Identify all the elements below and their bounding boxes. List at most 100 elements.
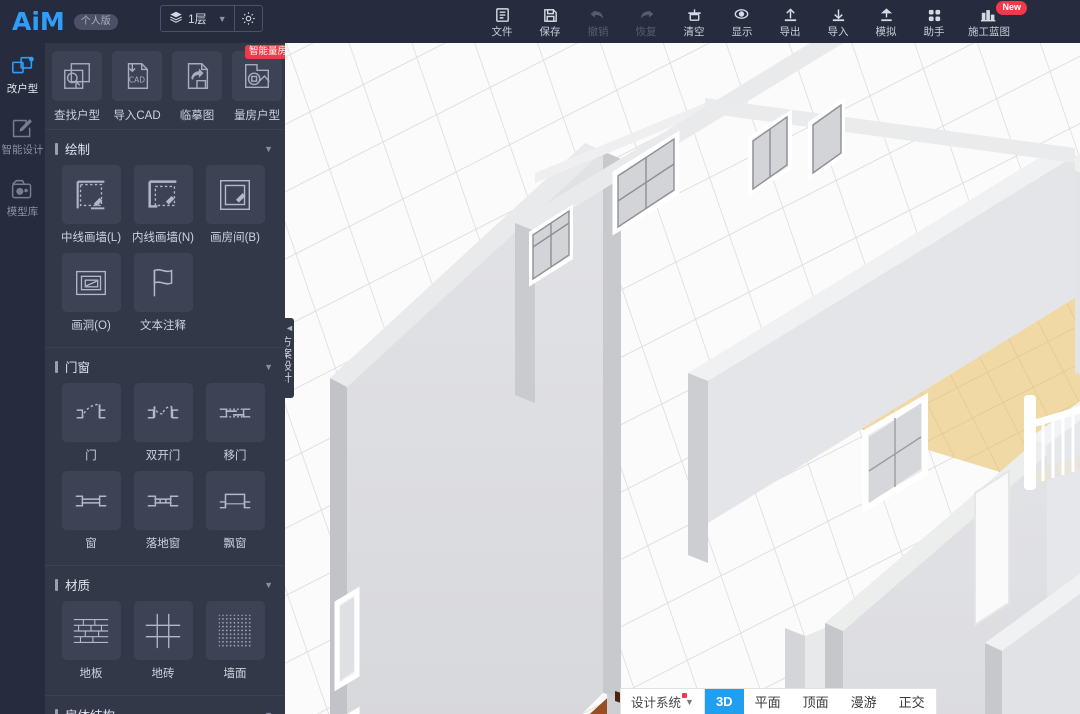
tool-label: 文本注释 — [140, 317, 186, 333]
toolbar-label: 显示 — [732, 26, 753, 38]
chevron-down-icon[interactable]: ▼ — [264, 710, 273, 714]
tool-window[interactable]: 窗 — [55, 471, 127, 551]
rail-item-label: 改户型 — [7, 83, 39, 95]
toolbar-button-import[interactable]: 导入 — [814, 0, 862, 43]
section-header-structure[interactable]: 房体结构 ▼ — [45, 695, 285, 714]
tool-inner-line-wall[interactable]: 内线画墙(N) — [127, 165, 199, 245]
section-header-materials[interactable]: 材质 ▼ — [45, 565, 285, 601]
chevron-down-icon[interactable]: ▼ — [264, 362, 273, 372]
window-icon — [62, 471, 121, 530]
wood-floor-icon — [62, 601, 121, 660]
assistant-grid-icon — [926, 6, 943, 25]
view-tab-3d[interactable]: 3D — [705, 689, 744, 714]
tool-wall-surface[interactable]: 墙面 — [199, 601, 271, 681]
design-system-label: 设计系统 — [631, 692, 681, 711]
toolbar-button-simulate[interactable]: 模拟 — [862, 0, 910, 43]
toolbar-button-save[interactable]: 保存 — [526, 0, 574, 43]
new-badge: New — [996, 1, 1027, 15]
quick-tool-import-cad[interactable]: CAD 导入CAD — [109, 51, 165, 123]
tool-label: 内线画墙(N) — [132, 229, 194, 245]
chevron-down-icon[interactable]: ▼ — [264, 580, 273, 590]
chevron-down-icon: ▼ — [685, 697, 694, 707]
search-floorplan-icon — [52, 51, 102, 101]
french-window-icon — [134, 471, 193, 530]
sliding-door-icon — [206, 383, 265, 442]
rail-item-floorplan[interactable]: 改户型 — [0, 43, 45, 105]
toolbar-button-export[interactable]: 导出 — [766, 0, 814, 43]
bay-window-icon — [206, 471, 265, 530]
tool-bay-window[interactable]: 飘窗 — [199, 471, 271, 551]
toolbar-button-display[interactable]: 显示 — [718, 0, 766, 43]
toolbar-button-redo[interactable]: 恢复 — [622, 0, 670, 43]
view-tab-ortho[interactable]: 正交 — [888, 689, 936, 714]
section-accent-bar — [55, 143, 58, 155]
section-title-wrap: 绘制 — [55, 139, 90, 158]
toolbar-button-assistant[interactable]: 助手 — [910, 0, 958, 43]
left-panel: 查找户型 CAD 导入CAD — [45, 43, 285, 714]
tool-label: 门 — [85, 447, 97, 463]
smart-design-pencil-icon — [10, 116, 35, 141]
section-title: 绘制 — [65, 139, 90, 158]
tool-draw-room[interactable]: 画房间(B) — [199, 165, 271, 245]
view-tab-plan[interactable]: 平面 — [744, 689, 792, 714]
tool-center-line-wall[interactable]: 中线画墙(L) — [55, 165, 127, 245]
chevron-down-icon[interactable]: ▼ — [264, 144, 273, 154]
tool-door[interactable]: 门 — [55, 383, 127, 463]
view-tab-ceiling[interactable]: 顶面 — [792, 689, 840, 714]
layer-selector[interactable]: 1层 ▼ — [160, 5, 263, 32]
tool-label: 移门 — [224, 447, 247, 463]
toolbar-button-blueprint[interactable]: New 施工蓝图 — [958, 0, 1020, 43]
tool-sliding-door[interactable]: 移门 — [199, 383, 271, 463]
section-grid-materials: 地板 地砖 墙面 — [45, 601, 285, 695]
section-header-draw[interactable]: 绘制 ▼ — [45, 129, 285, 165]
smart-measure-badge: 智能量房 — [245, 45, 285, 59]
toolbar-label: 导出 — [780, 26, 801, 38]
download-import-icon — [830, 6, 847, 25]
toolbar-button-clear[interactable]: 清空 — [670, 0, 718, 43]
view-tab-roam[interactable]: 漫游 — [840, 689, 888, 714]
scene-3d — [285, 43, 1080, 714]
viewport-3d[interactable] — [285, 43, 1080, 714]
toolbar-button-undo[interactable]: 撤销 — [574, 0, 622, 43]
section-title: 材质 — [65, 575, 90, 594]
quick-tool-measure-room[interactable]: 智能量房 量房户型 — [229, 51, 285, 123]
rail-item-model-library[interactable]: 模型库 — [0, 167, 45, 229]
section-title-wrap: 房体结构 — [55, 705, 115, 714]
tool-floor-tile[interactable]: 地砖 — [127, 601, 199, 681]
section-accent-bar — [55, 709, 58, 714]
simulate-icon — [878, 6, 895, 25]
tool-wood-floor[interactable]: 地板 — [55, 601, 127, 681]
rail-item-label: 模型库 — [7, 206, 39, 218]
save-floppy-icon — [542, 6, 559, 25]
toolbar-label: 恢复 — [636, 26, 657, 38]
eye-visibility-icon — [733, 6, 751, 25]
layer-selector-value-wrap[interactable]: 1层 ▼ — [161, 6, 234, 31]
gear-icon[interactable] — [234, 6, 262, 31]
section-header-doors-windows[interactable]: 门窗 ▼ — [45, 347, 285, 383]
section-accent-bar — [55, 579, 58, 591]
app-root: AiM 个人版 1层 ▼ — [0, 0, 1080, 714]
tool-label: 中线画墙(L) — [61, 229, 121, 245]
tool-label: 落地窗 — [146, 535, 181, 551]
tool-french-window[interactable]: 落地窗 — [127, 471, 199, 551]
toolbar-button-file[interactable]: 文件 — [478, 0, 526, 43]
blueprint-icon — [980, 6, 998, 25]
logo-text: AiM — [12, 9, 65, 34]
section-title-wrap: 门窗 — [55, 357, 90, 376]
floor-tile-icon — [134, 601, 193, 660]
design-system-selector[interactable]: 设计系统 ▼ — [621, 689, 705, 714]
toolbar-label: 文件 — [492, 26, 513, 38]
tool-text-annotation[interactable]: 文本注释 — [127, 253, 199, 333]
rail-item-smart-design[interactable]: 智能设计 — [0, 105, 45, 167]
quick-tool-label: 临摹图 — [180, 107, 215, 123]
section-grid-draw: 中线画墙(L) 内线画墙(N) — [45, 165, 285, 347]
tool-draw-hole[interactable]: 画洞(O) — [55, 253, 127, 333]
quick-tool-find-floorplan[interactable]: 查找户型 — [49, 51, 105, 123]
section-accent-bar — [55, 361, 58, 373]
quick-tool-trace[interactable]: 临摹图 — [169, 51, 225, 123]
text-annotation-flag-icon — [134, 253, 193, 312]
tool-double-door[interactable]: 双开门 — [127, 383, 199, 463]
logo[interactable]: AiM 个人版 — [0, 9, 118, 34]
logo-edition-badge: 个人版 — [74, 14, 118, 30]
toolbar-label: 清空 — [684, 26, 705, 38]
